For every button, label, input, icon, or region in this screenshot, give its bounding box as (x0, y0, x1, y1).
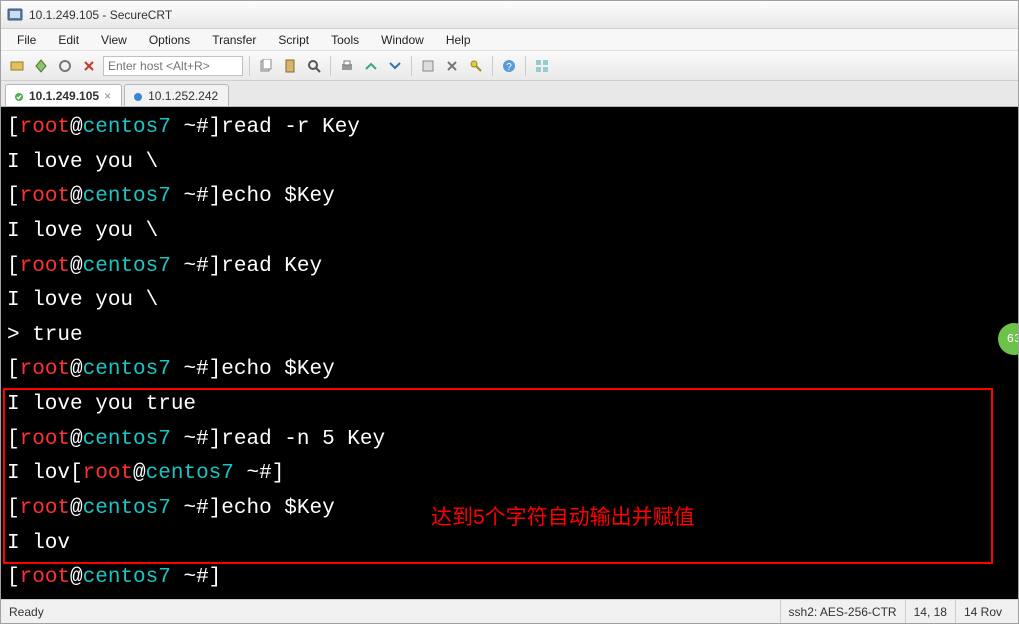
titlebar: 10.1.249.105 - SecureCRT (1, 1, 1018, 29)
status-cursor-pos: 14, 18 (905, 600, 955, 623)
status-rows: 14 Rov (955, 600, 1010, 623)
terminal-line: [root@centos7 ~#] (7, 561, 1012, 596)
menu-help[interactable]: Help (436, 31, 481, 49)
annotation-text: 达到5个字符自动输出并赋值 (431, 501, 695, 536)
session-tab-active[interactable]: 10.1.249.105 × (5, 84, 122, 106)
menu-script[interactable]: Script (268, 31, 319, 49)
terminal-line: [root@centos7 ~#]read Key (7, 250, 1012, 285)
find-icon[interactable] (304, 56, 324, 76)
tab-label: 10.1.252.242 (148, 89, 218, 103)
settings-icon[interactable] (442, 56, 462, 76)
terminal-line: I love you \ (7, 284, 1012, 319)
menu-file[interactable]: File (7, 31, 46, 49)
menu-view[interactable]: View (91, 31, 137, 49)
window-title: 10.1.249.105 - SecureCRT (29, 8, 172, 22)
copy-icon[interactable] (256, 56, 276, 76)
reconnect-icon[interactable] (55, 56, 75, 76)
highlight-box (3, 388, 993, 564)
help-icon[interactable]: ? (499, 56, 519, 76)
key-icon[interactable] (466, 56, 486, 76)
toolbar: ? (1, 51, 1018, 81)
menu-edit[interactable]: Edit (48, 31, 89, 49)
status-ok-icon (14, 91, 24, 101)
receive-icon[interactable] (385, 56, 405, 76)
tabbar: 10.1.249.105 × 10.1.252.242 (1, 81, 1018, 107)
connect-icon[interactable] (7, 56, 27, 76)
menu-window[interactable]: Window (371, 31, 434, 49)
terminal[interactable]: [root@centos7 ~#]read -r KeyI love you \… (1, 107, 1018, 599)
toolbar-separator (492, 56, 493, 76)
terminal-line: I love you \ (7, 146, 1012, 181)
terminal-line: [root@centos7 ~#]echo $Key (7, 180, 1012, 215)
session-tab[interactable]: 10.1.252.242 (124, 84, 229, 106)
terminal-line: [root@centos7 ~#]read -r Key (7, 111, 1012, 146)
status-cipher: ssh2: AES-256-CTR (780, 600, 905, 623)
close-icon[interactable]: × (104, 89, 111, 103)
status-info-icon (133, 91, 143, 101)
quick-connect-icon[interactable] (31, 56, 51, 76)
toolbar-separator (330, 56, 331, 76)
transfer-icon[interactable] (361, 56, 381, 76)
terminal-line: [root@centos7 ~#]echo $Key (7, 353, 1012, 388)
terminal-line: I love you \ (7, 215, 1012, 250)
toolbar-separator (249, 56, 250, 76)
menu-options[interactable]: Options (139, 31, 200, 49)
disconnect-icon[interactable] (79, 56, 99, 76)
menu-tools[interactable]: Tools (321, 31, 369, 49)
status-ready: Ready (9, 605, 44, 619)
terminal-line: > true (7, 319, 1012, 354)
menubar: File Edit View Options Transfer Script T… (1, 29, 1018, 51)
host-input[interactable] (103, 56, 243, 76)
toolbar-separator (411, 56, 412, 76)
print-icon[interactable] (337, 56, 357, 76)
app-icon (7, 7, 23, 23)
properties-icon[interactable] (418, 56, 438, 76)
tab-label: 10.1.249.105 (29, 89, 99, 103)
tile-icon[interactable] (532, 56, 552, 76)
statusbar: Ready ssh2: AES-256-CTR 14, 18 14 Rov (1, 599, 1018, 623)
menu-transfer[interactable]: Transfer (202, 31, 266, 49)
paste-icon[interactable] (280, 56, 300, 76)
toolbar-separator (525, 56, 526, 76)
svg-text:?: ? (506, 62, 512, 73)
